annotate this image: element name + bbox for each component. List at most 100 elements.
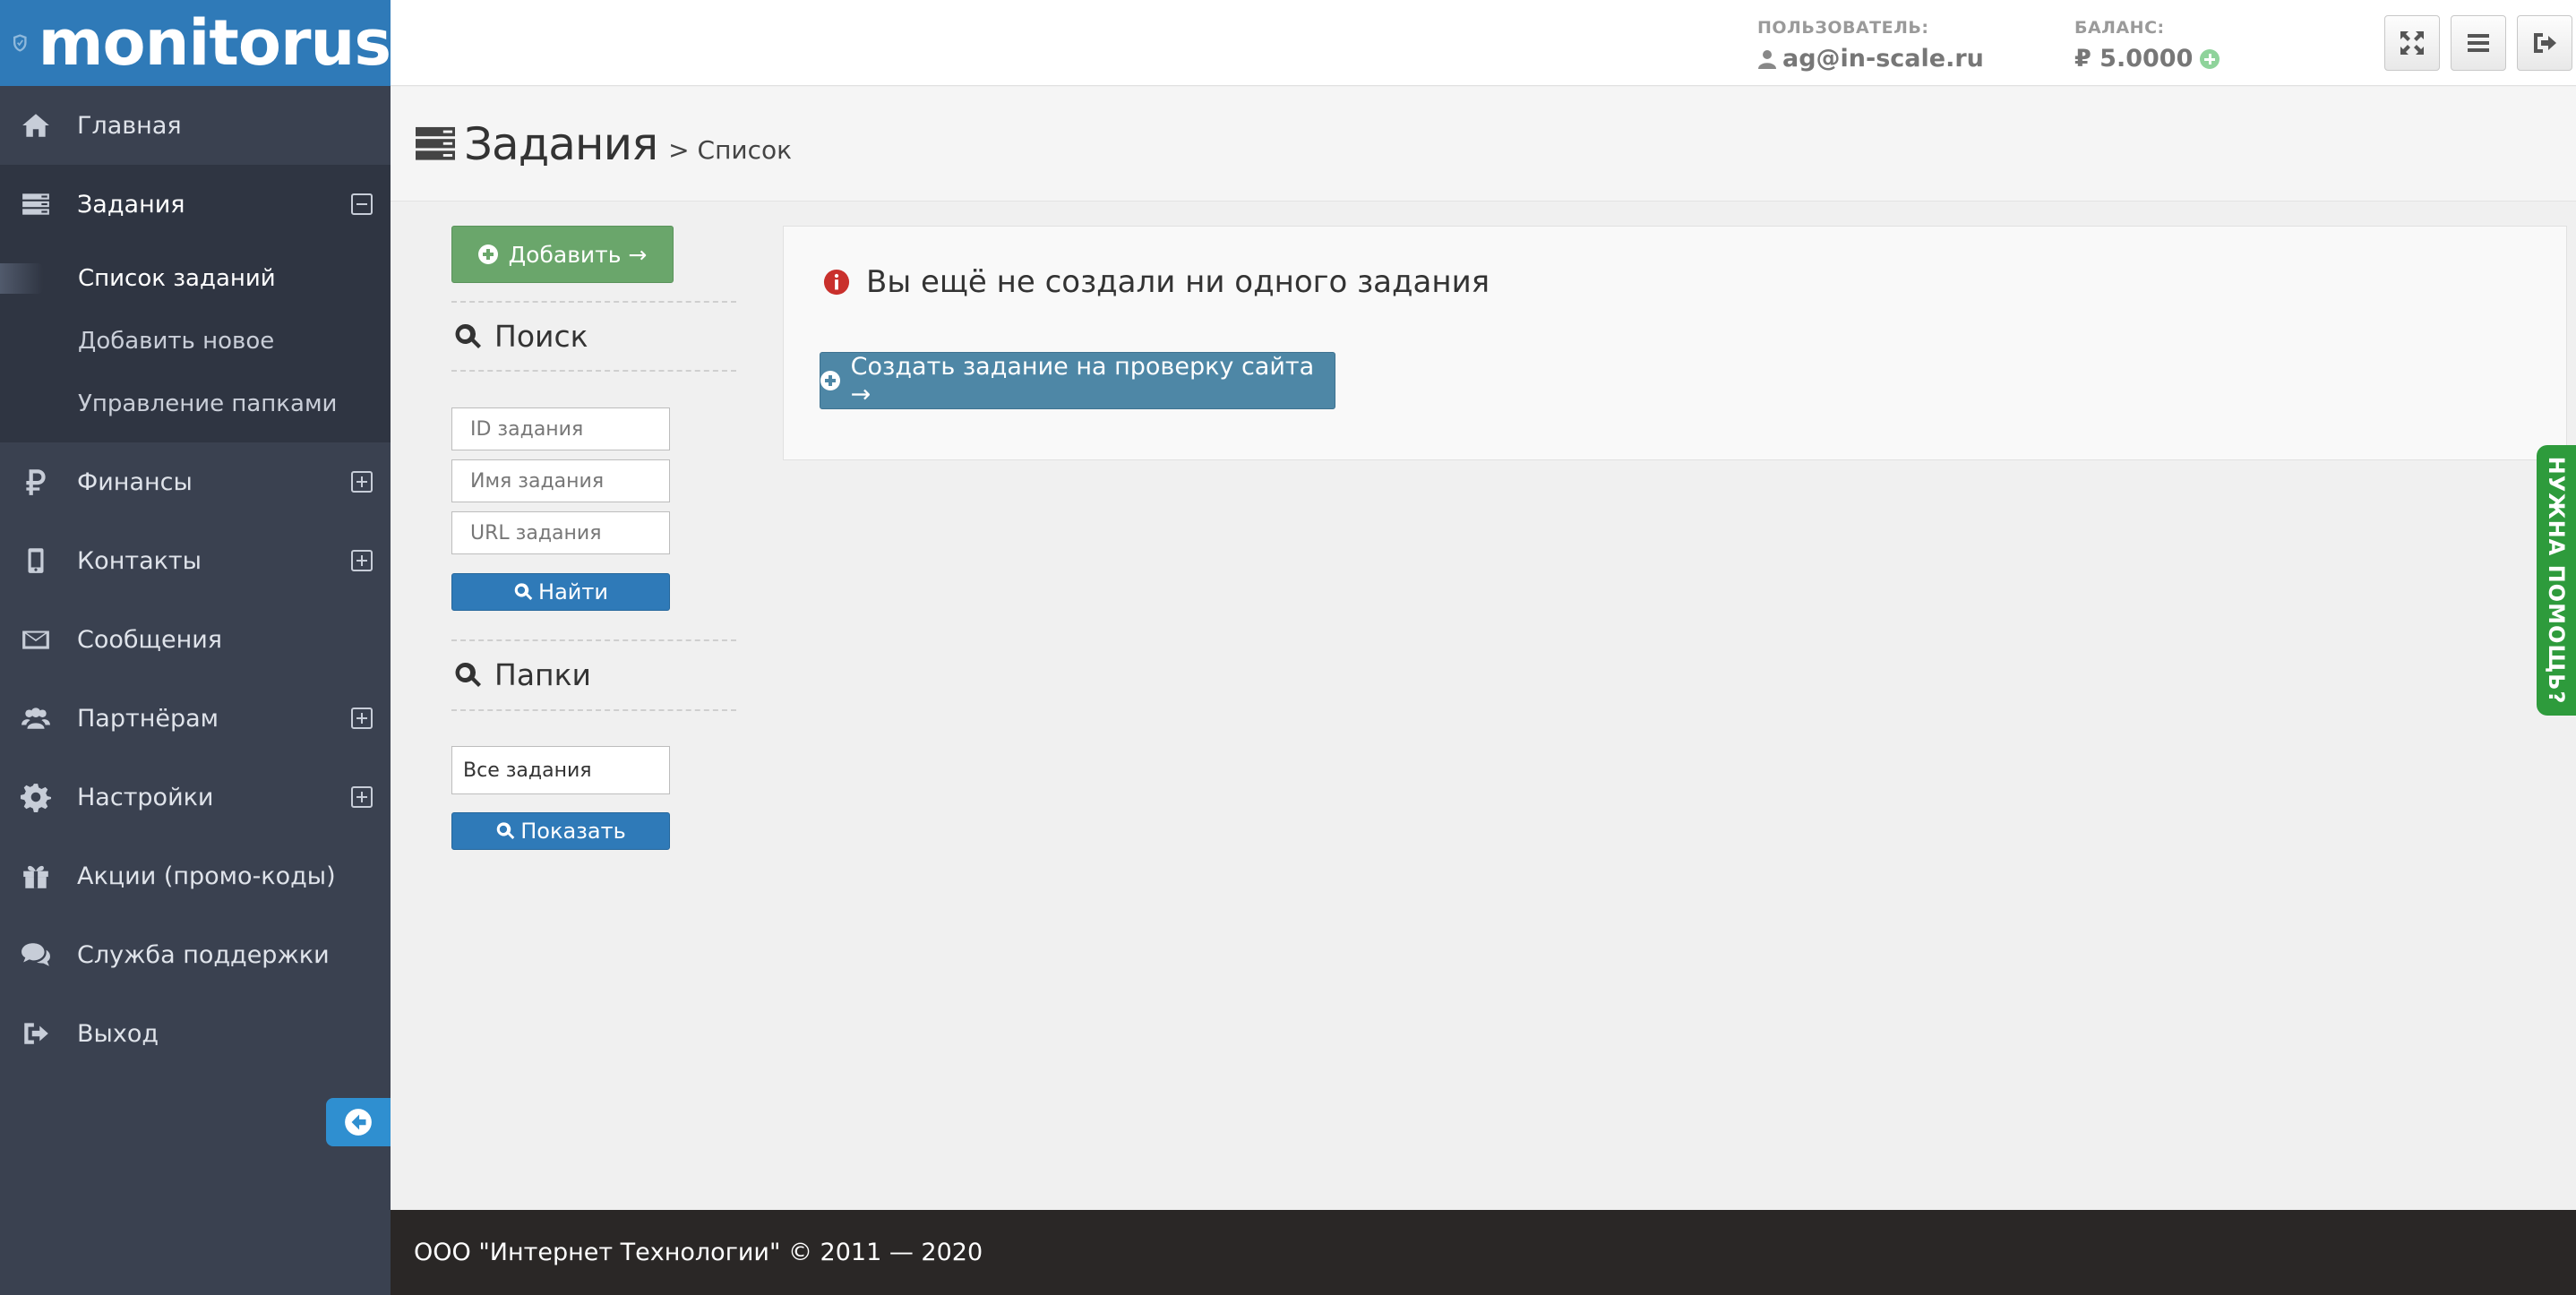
nav-item-label: Контакты xyxy=(77,546,202,575)
nav-item-label: Служба поддержки xyxy=(77,940,330,969)
nav-item-label: Финансы xyxy=(77,467,193,496)
plus-circle-icon xyxy=(477,244,498,264)
nav-item-logout[interactable]: Выход xyxy=(0,994,391,1073)
page-title: Задания xyxy=(464,117,658,170)
nav-item-promo[interactable]: Акции (промо-коды) xyxy=(0,836,391,915)
subnav-item-add-new[interactable]: Добавить новое xyxy=(0,310,391,373)
nav-item-label: Сообщения xyxy=(77,625,223,654)
balance-amount: ₽ 5.0000 xyxy=(2074,45,2194,73)
find-label: Найти xyxy=(538,579,608,605)
task-name-input[interactable] xyxy=(451,459,670,502)
add-funds-icon[interactable] xyxy=(2200,48,2220,69)
nav-item-label: Настройки xyxy=(77,783,214,811)
folder-select-value: Все задания xyxy=(463,759,592,782)
add-task-label: Добавить → xyxy=(508,241,648,268)
user-value[interactable]: ag@in-scale.ru xyxy=(1757,45,1984,73)
balance-value: ₽ 5.0000 xyxy=(2074,45,2220,73)
comments-icon xyxy=(18,937,54,973)
subnav-item-task-list[interactable]: Список заданий xyxy=(0,247,391,310)
search-heading: Поиск xyxy=(453,319,588,354)
nav-item-settings[interactable]: Настройки xyxy=(0,758,391,836)
logout-button[interactable] xyxy=(2517,15,2572,71)
search-icon xyxy=(514,583,533,600)
subnav-item-label: Добавить новое xyxy=(78,328,275,355)
hamburger-icon xyxy=(2468,34,2489,52)
collapse-sidebar-button[interactable] xyxy=(326,1098,391,1146)
home-icon xyxy=(18,107,54,143)
balance-label: БАЛАНС: xyxy=(2074,18,2165,38)
nav-item-label: Партнёрам xyxy=(77,704,219,733)
show-label: Показать xyxy=(520,819,626,844)
user-icon xyxy=(1758,49,1776,69)
sidebar: monitorus Главная Задания Список заданий… xyxy=(0,0,391,1295)
subnav-item-label: Список заданий xyxy=(78,265,276,292)
gear-icon xyxy=(18,779,54,815)
search-heading-label: Поиск xyxy=(494,319,588,354)
top-bar: ПОЛЬЗОВАТЕЛЬ: ag@in-scale.ru БАЛАНС: ₽ 5… xyxy=(391,0,2576,86)
folders-heading-label: Папки xyxy=(494,657,591,692)
expand-plus-icon[interactable] xyxy=(351,786,373,808)
user-label: ПОЛЬЗОВАТЕЛЬ: xyxy=(1757,18,1929,38)
nav-item-label: Задания xyxy=(77,190,185,219)
divider xyxy=(451,370,736,372)
nav-item-finance[interactable]: Финансы xyxy=(0,442,391,521)
help-tab[interactable]: НУЖНА ПОМОЩЬ? xyxy=(2537,445,2576,716)
users-icon xyxy=(18,700,54,736)
nav-item-contacts[interactable]: Контакты xyxy=(0,521,391,600)
ruble-icon xyxy=(18,464,54,500)
main-nav: Главная Задания xyxy=(0,86,391,244)
tasks-icon xyxy=(416,126,455,160)
nav-item-tasks[interactable]: Задания xyxy=(0,165,391,244)
info-circle-icon xyxy=(823,269,850,296)
divider xyxy=(451,639,736,641)
expand-icon xyxy=(2400,31,2424,55)
expand-plus-icon[interactable] xyxy=(351,550,373,571)
tasks-subnav: Список заданий Добавить новое Управление… xyxy=(0,244,391,442)
sign-out-icon xyxy=(18,1016,54,1051)
logo[interactable]: monitorus xyxy=(0,0,391,86)
envelope-icon xyxy=(18,622,54,657)
breadcrumb: > Список xyxy=(668,135,793,165)
balance-info: БАЛАНС: ₽ 5.0000 xyxy=(2074,18,2220,73)
nav-item-partners[interactable]: Партнёрам xyxy=(0,679,391,758)
divider xyxy=(451,709,736,711)
user-email: ag@in-scale.ru xyxy=(1782,45,1984,73)
nav-item-messages[interactable]: Сообщения xyxy=(0,600,391,679)
arrow-circle-left-icon xyxy=(345,1109,372,1136)
nav-item-home[interactable]: Главная xyxy=(0,86,391,165)
expand-plus-icon[interactable] xyxy=(351,708,373,729)
help-tab-label: НУЖНА ПОМОЩЬ? xyxy=(2544,456,2569,705)
create-task-button[interactable]: Создать задание на проверку сайта → xyxy=(820,352,1335,409)
page-header: Задания > Список xyxy=(391,87,2576,202)
footer: ООО "Интернет Технологии" © 2011 — 2020 xyxy=(391,1210,2576,1295)
add-task-button[interactable]: Добавить → xyxy=(451,226,674,283)
shield-logo-icon xyxy=(13,34,27,52)
plus-circle-icon xyxy=(820,371,840,390)
folders-heading: Папки xyxy=(453,657,591,692)
main-nav-rest: Финансы Контакты Сообщения Партнёрам Нас… xyxy=(0,442,391,1073)
search-icon xyxy=(455,323,481,348)
search-icon xyxy=(455,662,481,687)
create-task-label: Создать задание на проверку сайта → xyxy=(850,353,1315,408)
expand-plus-icon[interactable] xyxy=(351,471,373,493)
subnav-item-label: Управление папками xyxy=(78,390,338,417)
menu-button[interactable] xyxy=(2451,15,2506,71)
user-info: ПОЛЬЗОВАТЕЛЬ: ag@in-scale.ru xyxy=(1757,18,1984,73)
subnav-item-manage-folders[interactable]: Управление папками xyxy=(0,373,391,435)
task-url-input[interactable] xyxy=(451,511,670,554)
nav-item-label: Главная xyxy=(77,111,182,140)
gift-icon xyxy=(18,858,54,894)
mobile-icon xyxy=(18,543,54,579)
logo-text: monitorus xyxy=(38,6,391,80)
empty-state-panel: Вы ещё не создали ни одного задания Созд… xyxy=(783,226,2567,460)
nav-item-label: Акции (промо-коды) xyxy=(77,862,336,890)
empty-message: Вы ещё не создали ни одного задания xyxy=(823,264,1490,300)
nav-item-support[interactable]: Служба поддержки xyxy=(0,915,391,994)
task-id-input[interactable] xyxy=(451,407,670,450)
tasks-icon xyxy=(18,186,54,222)
folder-select[interactable]: Все задания xyxy=(451,746,670,794)
show-button[interactable]: Показать xyxy=(451,812,670,850)
collapse-minus-icon[interactable] xyxy=(351,193,373,215)
fullscreen-button[interactable] xyxy=(2384,15,2440,71)
find-button[interactable]: Найти xyxy=(451,573,670,611)
